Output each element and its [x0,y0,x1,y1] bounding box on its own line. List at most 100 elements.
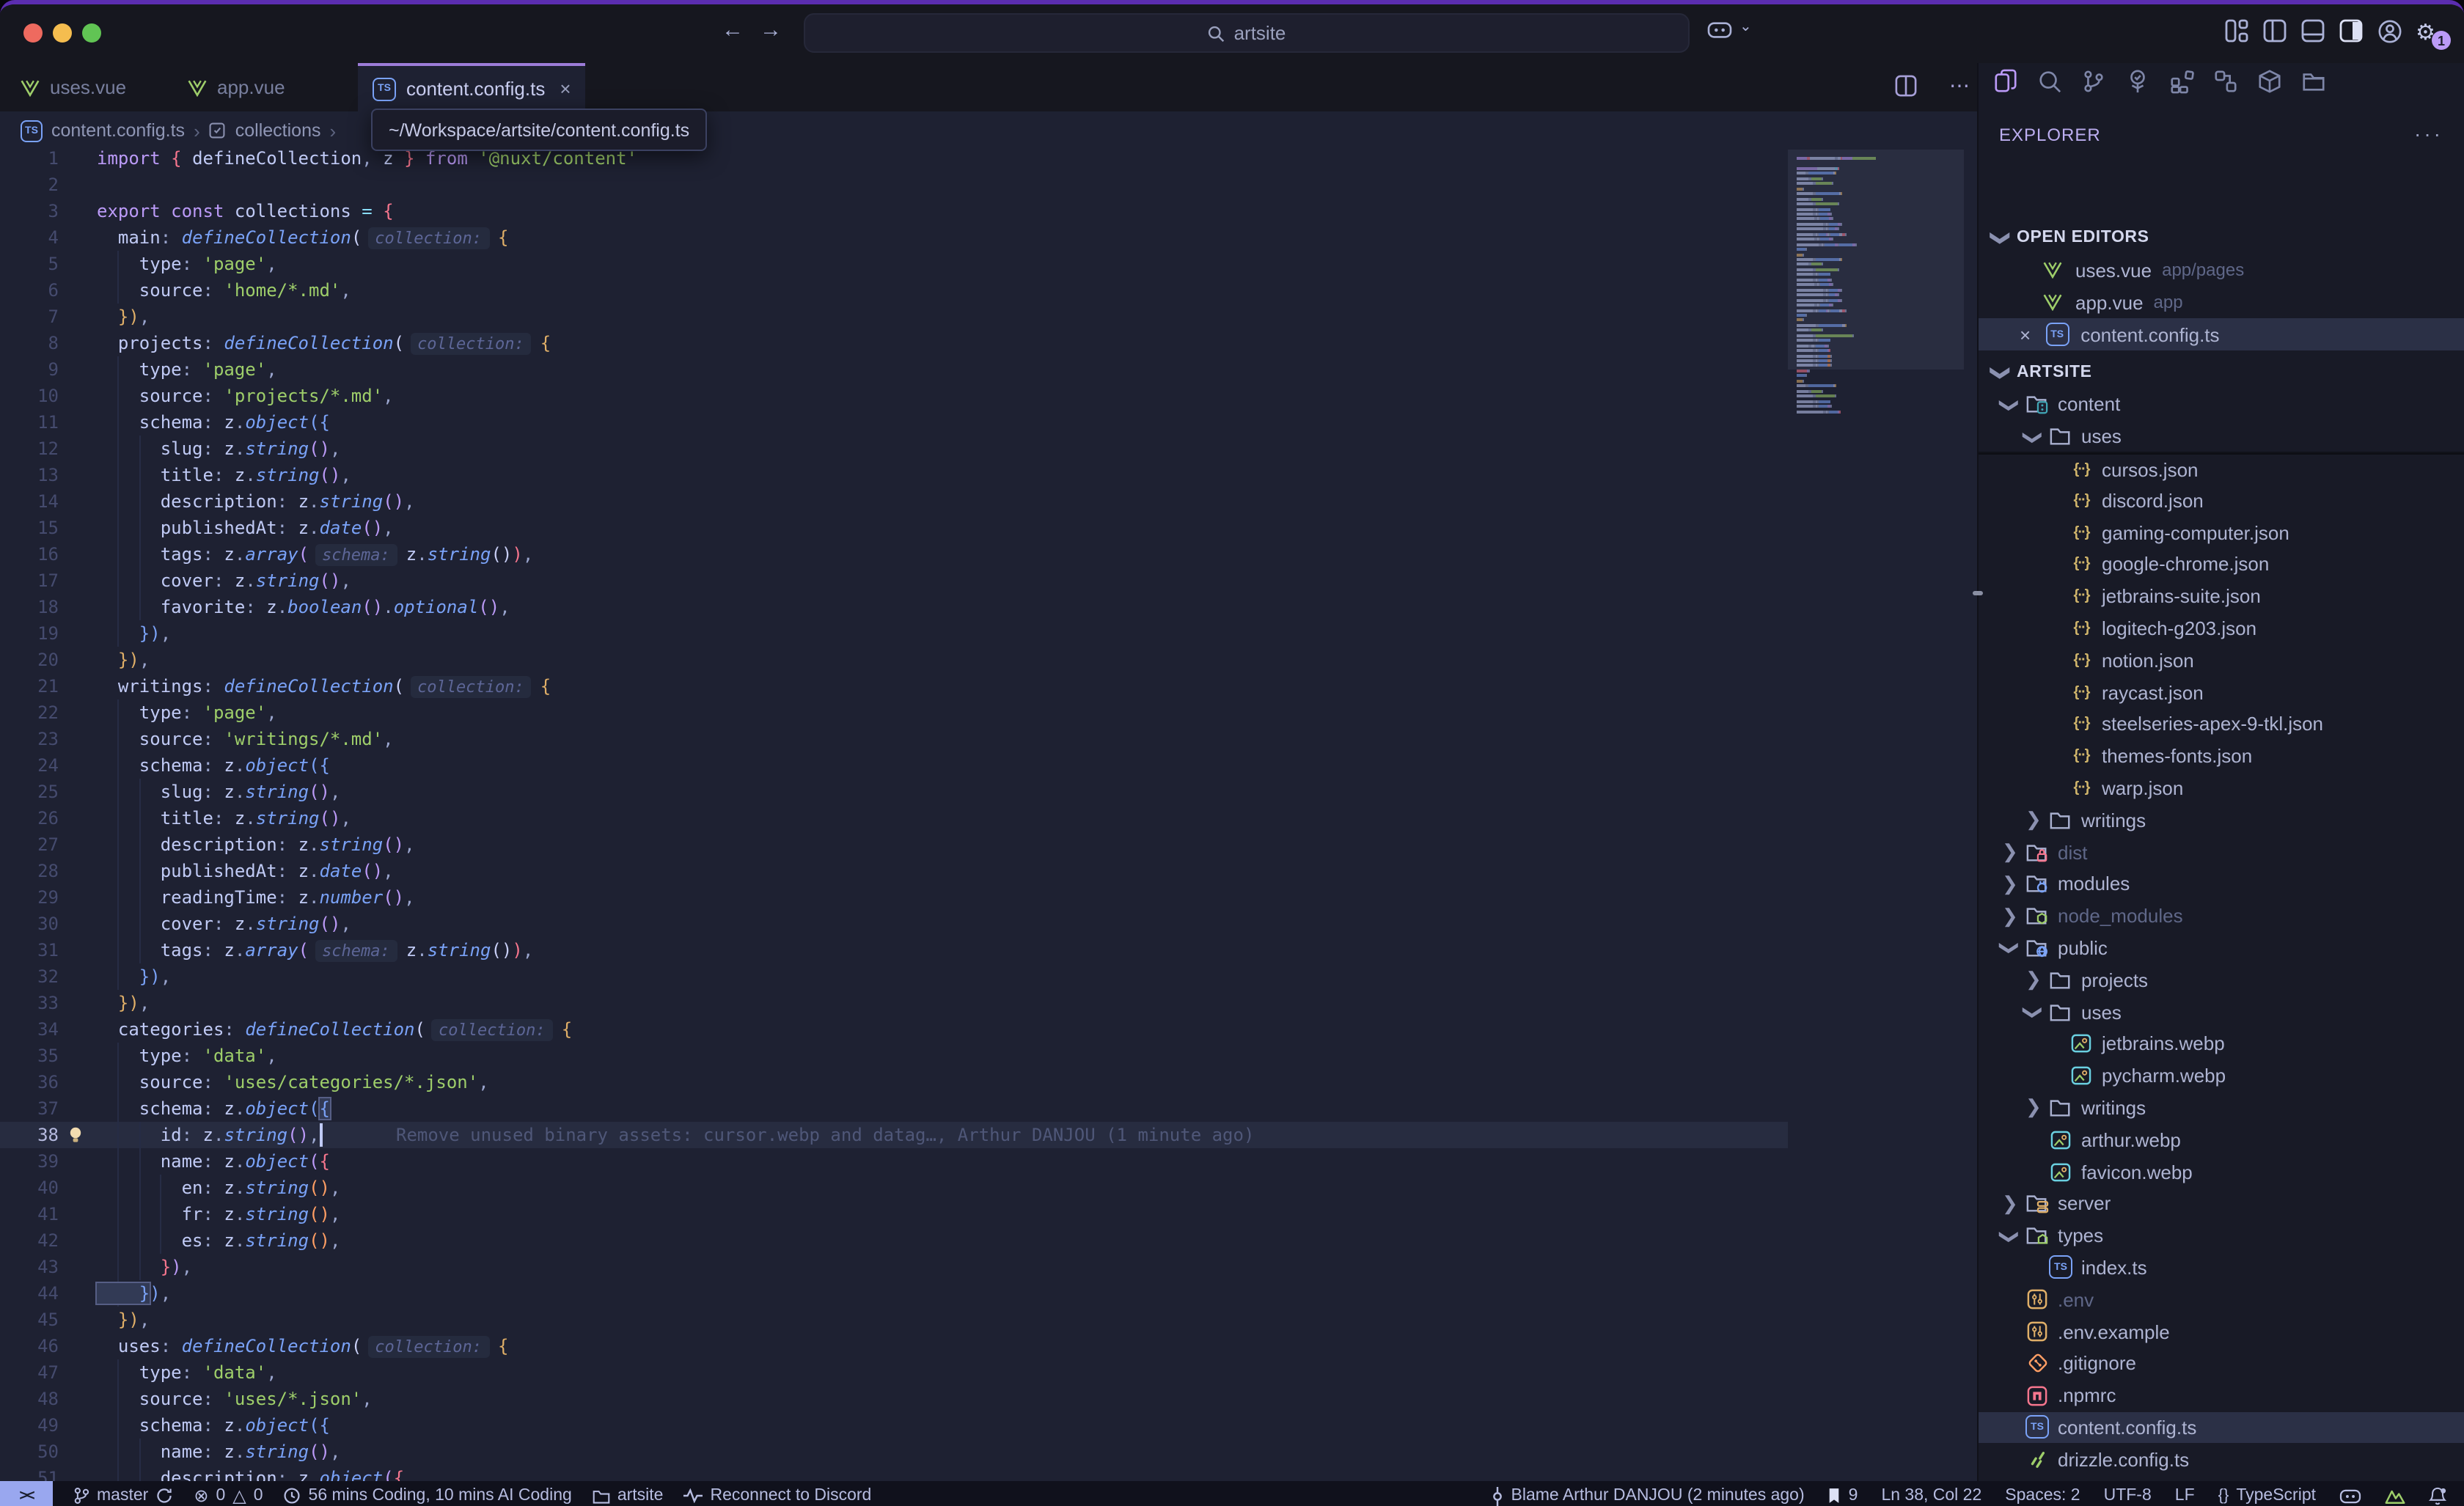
project-item[interactable]: artsite [593,1487,664,1505]
discord-item[interactable]: Reconnect to Discord [683,1487,871,1505]
code-line[interactable]: 14 description: z.string(), [0,488,1788,515]
minimap[interactable] [1788,150,1964,1481]
mountains-icon[interactable] [2385,1488,2405,1504]
files-icon[interactable] [1993,69,2018,94]
close-icon[interactable]: × [560,78,571,100]
tree-item-projects[interactable]: ❯projects [1979,964,2464,996]
code-line[interactable]: 51 description: z.object({ [0,1465,1788,1481]
code-line[interactable]: 12 slug: z.string(), [0,436,1788,462]
code-line[interactable]: 48 source: 'uses/*.json', [0,1386,1788,1412]
more-actions-icon[interactable]: ⋯ [1949,73,1971,98]
chevron-down-icon[interactable]: ⌄ [1739,19,1752,35]
tree-item-steelseries-apex-9-tkl.json[interactable]: {··}steelseries-apex-9-tkl.json [1979,708,2464,741]
back-arrow-icon[interactable]: ← [722,18,744,43]
code-line[interactable]: 40 en: z.string(), [0,1175,1788,1201]
search-icon[interactable] [2037,69,2062,94]
open-editor-app.vue[interactable]: app.vueapp [1979,286,2464,318]
code-line[interactable]: 49 schema: z.object({ [0,1412,1788,1439]
code-line[interactable]: 7 }), [0,304,1788,330]
breadcrumb-symbol[interactable]: collections [235,120,321,141]
remote-icon[interactable] [2213,69,2238,94]
account-icon[interactable] [2377,19,2402,44]
tree-item-writings[interactable]: ❯writings [1979,1092,2464,1124]
code-editor[interactable]: 1import { defineCollection, z } from '@n… [0,150,1977,1481]
code-line[interactable]: 33 }), [0,990,1788,1016]
source-control-icon[interactable] [2081,69,2106,94]
tree-item-.npmrc[interactable]: .npmrc [1979,1380,2464,1412]
code-line[interactable]: 42 es: z.string(), [0,1227,1788,1254]
code-line[interactable]: 8 projects: defineCollection(collection:… [0,330,1788,356]
tree-item-gaming-computer.json[interactable]: {··}gaming-computer.json [1979,516,2464,548]
minimize-window-button[interactable] [53,23,72,43]
sync-icon[interactable] [155,1487,173,1505]
close-window-button[interactable] [23,23,43,43]
copilot-status-icon[interactable] [2339,1486,2361,1505]
tree-item-jetbrains-suite.json[interactable]: {··}jetbrains-suite.json [1979,581,2464,613]
git-branch-item[interactable]: master [73,1487,173,1505]
code-line[interactable]: 37 schema: z.object({ [0,1095,1788,1122]
cursor-position-item[interactable]: Ln 38, Col 22 [1881,1487,1981,1505]
search-input[interactable]: artsite [804,13,1690,53]
code-line[interactable]: 2 [0,172,1788,198]
tree-item-notion.json[interactable]: {··}notion.json [1979,644,2464,677]
code-line[interactable]: 23 source: 'writings/*.md', [0,726,1788,752]
tree-item-jetbrains.webp[interactable]: jetbrains.webp [1979,1028,2464,1060]
tree-item-.gitignore[interactable]: .gitignore [1979,1348,2464,1380]
code-line[interactable]: 11 schema: z.object({ [0,409,1788,436]
tree-item-.env.example[interactable]: .env.example [1979,1315,2464,1348]
bell-icon[interactable] [2429,1486,2446,1505]
tree-item-google-chrome.json[interactable]: {··}google-chrome.json [1979,548,2464,581]
code-line[interactable]: 41 fr: z.string(), [0,1201,1788,1227]
tree-item-content[interactable]: ❯content [1979,389,2464,421]
tree-item-dist[interactable]: ❯dist [1979,836,2464,868]
code-line[interactable]: 1import { defineCollection, z } from '@n… [0,150,1788,172]
code-line[interactable]: 29 readingTime: z.number(), [0,884,1788,911]
code-line[interactable]: 6 source: 'home/*.md', [0,277,1788,304]
code-line[interactable]: 25 slug: z.string(), [0,779,1788,805]
tab-content-config-ts[interactable]: TS content.config.ts × [358,63,586,111]
code-line[interactable]: 32 }), [0,963,1788,990]
code-line[interactable]: 19 }), [0,620,1788,647]
coding-time-item[interactable]: 56 mins Coding, 10 mins AI Coding [284,1487,572,1505]
tab-app-vue[interactable]: app.vue [173,63,300,111]
tree-item-content.config.ts[interactable]: TScontent.config.ts [1979,1411,2464,1444]
close-icon[interactable]: × [2020,323,2031,345]
tree-item-index.ts[interactable]: TSindex.ts [1979,1252,2464,1284]
package-icon[interactable] [2257,69,2282,94]
code-line[interactable]: 3export const collections = { [0,198,1788,224]
tree-item-raycast.json[interactable]: {··}raycast.json [1979,676,2464,708]
tree-item-arthur.webp[interactable]: arthur.webp [1979,1124,2464,1156]
indentation-item[interactable]: Spaces: 2 [2005,1487,2080,1505]
tree-item-discord.json[interactable]: {··}discord.json [1979,485,2464,517]
code-line[interactable]: 34 categories: defineCollection(collecti… [0,1016,1788,1043]
code-line[interactable]: 43 }), [0,1254,1788,1280]
open-editors-header[interactable]: ❯OPEN EDITORS [1979,221,2464,254]
tree-item-writings[interactable]: ❯writings [1979,804,2464,837]
remote-indicator[interactable]: >< [0,1481,53,1506]
tree-item-themes-fonts.json[interactable]: {··}themes-fonts.json [1979,741,2464,773]
code-line[interactable]: 20 }), [0,647,1788,673]
code-line[interactable]: 10 source: 'projects/*.md', [0,383,1788,409]
code-line[interactable]: 4 main: defineCollection(collection:{ [0,224,1788,251]
code-line[interactable]: 28 publishedAt: z.date(), [0,858,1788,884]
layout-icon[interactable] [2225,19,2248,43]
folder-icon[interactable] [2301,69,2326,94]
language-item[interactable]: {} TypeScript [2218,1487,2316,1505]
code-line[interactable]: 36 source: 'uses/categories/*.json', [0,1069,1788,1095]
code-line[interactable]: 24 schema: z.object({ [0,752,1788,779]
explorer-more-icon[interactable]: ··· [2414,122,2443,145]
open-editor-content.config.ts[interactable]: ×TScontent.config.ts [1979,318,2464,350]
tree-item-logitech-g203.json[interactable]: {··}logitech-g203.json [1979,612,2464,644]
encoding-item[interactable]: UTF-8 [2104,1487,2152,1505]
tree-check-icon[interactable] [2125,69,2150,94]
toggle-left-panel-icon[interactable] [2263,19,2287,43]
bookmark-count-item[interactable]: 9 [1828,1487,1858,1505]
tree-item-types[interactable]: ❯types [1979,1220,2464,1252]
code-line[interactable]: 31 tags: z.array(schema:z.string()), [0,937,1788,963]
code-line[interactable]: 16 tags: z.array(schema:z.string()), [0,541,1788,567]
copilot-icon[interactable] [1707,19,1732,41]
tab-uses-vue[interactable]: uses.vue [6,63,141,111]
tree-item-cursos.json[interactable]: {··}cursos.json [1979,452,2464,486]
code-line[interactable]: 13 title: z.string(), [0,462,1788,488]
lightbulb-icon[interactable] [67,1126,84,1144]
